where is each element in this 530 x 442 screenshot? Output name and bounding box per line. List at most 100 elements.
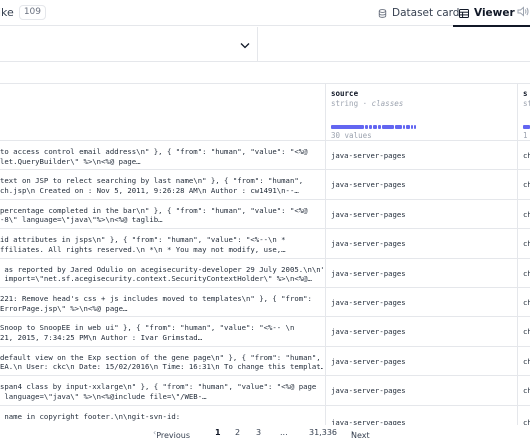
- cell-line: default view on the Exp section of the g…: [0, 352, 321, 362]
- next-page-button[interactable]: Next ›: [351, 428, 370, 440]
- tab-viewer-label: Viewer: [474, 7, 515, 19]
- cell-line: text on JSP to relect searching by last …: [0, 176, 304, 186]
- cell-line: percentage completed in the bar\n" }, { …: [0, 205, 308, 215]
- source-cell[interactable]: java-server-pages: [331, 239, 406, 248]
- pagination: ‹ Previous 1 2 3 ... 31,336 Next ›: [0, 425, 530, 442]
- source-cell[interactable]: java-server-pages: [331, 210, 406, 219]
- like-label: ike: [0, 6, 14, 19]
- page-3-button[interactable]: 3: [256, 428, 261, 437]
- table-row[interactable]: percentage completed in the bar\n" }, { …: [0, 200, 530, 230]
- source-cell[interactable]: java-server-pages: [331, 151, 406, 160]
- source-cell[interactable]: java-server-pages: [331, 298, 406, 307]
- table-row[interactable]: Snoop to SnoopEE in web ui" }, { "from":…: [0, 317, 530, 347]
- column-type-source-detail: classes: [371, 99, 404, 108]
- split-toolbar: [0, 27, 530, 62]
- source-value-count: 30 values: [331, 131, 372, 140]
- page-ellipsis: ...: [280, 428, 288, 437]
- distribution-segment[interactable]: [378, 125, 381, 129]
- source-cell[interactable]: java-server-pages: [331, 327, 406, 336]
- column-divider[interactable]: [325, 83, 326, 425]
- conversation-cell[interactable]: name in copyright footer.\n\ngit-svn-id:: [0, 412, 323, 422]
- third-cell[interactable]: ch: [523, 357, 530, 366]
- like-button[interactable]: ike 109: [0, 5, 46, 20]
- distribution-segment[interactable]: [406, 125, 410, 129]
- previous-page-button[interactable]: ‹ Previous: [153, 428, 190, 440]
- third-cell[interactable]: ch: [523, 327, 530, 336]
- like-count: 109: [18, 5, 46, 20]
- source-cell[interactable]: java-server-pages: [331, 269, 406, 278]
- third-cell[interactable]: ch: [523, 298, 530, 307]
- conversation-cell[interactable]: percentage completed in the bar\n" }, { …: [0, 206, 323, 225]
- conversation-cell[interactable]: to access control email address\n" }, { …: [0, 147, 323, 166]
- next-label: Next: [351, 431, 370, 440]
- cell-line: let.QueryBuilder\" %>\n<%@ page…: [0, 156, 141, 166]
- distribution-segment[interactable]: [403, 125, 405, 129]
- speaker-icon[interactable]: [517, 6, 529, 17]
- cell-line: to access control email address\n" }, { …: [0, 147, 308, 156]
- column-header-source[interactable]: source: [331, 89, 358, 98]
- cell-line: id attributes in jsps\n" }, { "from": "h…: [0, 235, 286, 245]
- distribution-segment[interactable]: [414, 125, 416, 129]
- third-distribution-bar[interactable]: [523, 125, 530, 129]
- toolbar-divider: [257, 27, 258, 62]
- table-row[interactable]: span4 class by input-xxlarge\n" }, { "fr…: [0, 376, 530, 406]
- table-header: source string · classes 30 values s st 1: [0, 83, 530, 141]
- conversation-cell[interactable]: 221: Remove head's css + js includes mov…: [0, 294, 323, 313]
- source-distribution-bar[interactable]: [331, 125, 416, 129]
- cell-line: name in copyright footer.\n\ngit-svn-id:: [0, 411, 181, 421]
- third-cell[interactable]: ch: [523, 210, 530, 219]
- source-cell[interactable]: java-server-pages: [331, 386, 406, 395]
- distribution-segment[interactable]: [365, 125, 368, 129]
- conversation-cell[interactable]: as reported by Jared Odulio on acegisecu…: [0, 265, 323, 284]
- third-cell[interactable]: ch: [523, 239, 530, 248]
- cell-line: ch.jsp\n Created on : Nov 5, 2011, 9:26:…: [0, 185, 299, 195]
- cell-line: ffiliates. All rights reserved.\n *\n * …: [0, 244, 286, 254]
- top-bar: ike 109 Dataset card Viewer: [0, 0, 530, 27]
- table-row[interactable]: 221: Remove head's css + js includes mov…: [0, 288, 530, 318]
- distribution-segment[interactable]: [411, 125, 413, 129]
- previous-label: Previous: [156, 431, 191, 440]
- dataset-card-icon: [378, 8, 387, 18]
- table-row[interactable]: text on JSP to relect searching by last …: [0, 170, 530, 200]
- chevron-down-icon[interactable]: [240, 42, 250, 49]
- tab-dataset-card-label: Dataset card: [392, 7, 460, 19]
- distribution-segment[interactable]: [382, 125, 394, 129]
- column-type-source-kind: string: [331, 99, 359, 108]
- third-cell[interactable]: ch: [523, 386, 530, 395]
- cell-line: 221: Remove head's css + js includes mov…: [0, 294, 312, 303]
- column-type-third: st: [523, 99, 530, 108]
- distribution-segment[interactable]: [395, 125, 402, 129]
- conversation-cell[interactable]: Snoop to SnoopEE in web ui" }, { "from":…: [0, 323, 323, 342]
- cell-line: span4 class by input-xxlarge\n" }, { "fr…: [0, 382, 317, 392]
- conversation-cell[interactable]: id attributes in jsps\n" }, { "from": "h…: [0, 235, 323, 254]
- table-row[interactable]: to access control email address\n" }, { …: [0, 141, 530, 171]
- cell-line: Snoop to SnoopEE in web ui" }, { "from":…: [0, 323, 295, 333]
- column-header-third[interactable]: s: [523, 89, 528, 98]
- distribution-segment[interactable]: [369, 125, 372, 129]
- conversation-cell[interactable]: text on JSP to relect searching by last …: [0, 176, 323, 195]
- table-row[interactable]: default view on the Exp section of the g…: [0, 347, 530, 377]
- page-1-button[interactable]: 1: [215, 428, 221, 437]
- cell-line: ErrorPage.jsp\" %>\n<%@ page…: [0, 303, 128, 313]
- cell-line: -8\" language=\"java\"%>\n<%@ taglib…: [0, 215, 163, 225]
- tab-dataset-card[interactable]: Dataset card: [378, 0, 459, 26]
- third-cell[interactable]: ch: [523, 180, 530, 189]
- distribution-segment[interactable]: [331, 125, 364, 129]
- source-cell[interactable]: java-server-pages: [331, 357, 406, 366]
- third-value-count: 1: [523, 131, 528, 140]
- page-2-button[interactable]: 2: [235, 428, 240, 437]
- conversation-cell[interactable]: default view on the Exp section of the g…: [0, 353, 323, 372]
- table-row[interactable]: id attributes in jsps\n" }, { "from": "h…: [0, 229, 530, 259]
- tab-viewer[interactable]: Viewer: [453, 0, 530, 27]
- third-cell[interactable]: ch: [523, 269, 530, 278]
- conversation-cell[interactable]: span4 class by input-xxlarge\n" }, { "fr…: [0, 382, 323, 401]
- viewer-table-icon: [459, 8, 469, 18]
- last-page-button[interactable]: 31,336: [309, 428, 337, 437]
- third-cell[interactable]: ch: [523, 151, 530, 160]
- cell-line: import=\"net.sf.acegisecurity.context.Se…: [0, 274, 312, 284]
- distribution-segment[interactable]: [373, 125, 377, 129]
- distribution-segment[interactable]: [523, 125, 530, 129]
- column-divider[interactable]: [517, 83, 518, 425]
- source-cell[interactable]: java-server-pages: [331, 180, 406, 189]
- table-row[interactable]: as reported by Jared Odulio on acegisecu…: [0, 259, 530, 288]
